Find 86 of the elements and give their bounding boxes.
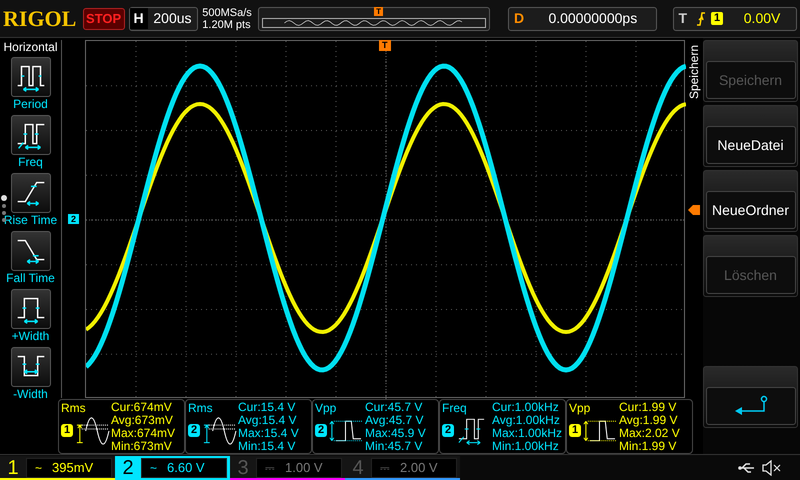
trigger-panel[interactable]: T 1 0.00V	[673, 6, 797, 30]
channel-tab[interactable]: 4 ⎓ 2.00 V	[345, 456, 460, 480]
measurement-name: Rms	[188, 401, 214, 415]
measurement-value: Min:15.4 V	[238, 440, 296, 453]
measurement-type-icon	[201, 415, 238, 445]
measurement-value: Max:674mV	[111, 427, 176, 440]
channel-number: 1	[6, 456, 20, 478]
measurement-type-icon	[74, 415, 111, 445]
vertical-scale: 2.00 V	[400, 458, 438, 477]
measurement-value: Cur:45.7 V	[365, 401, 424, 414]
measurement-value: Avg:1.00kHz	[492, 414, 561, 427]
trigger-label: T	[677, 9, 688, 28]
measure-menu-button[interactable]	[10, 231, 50, 271]
measurement-value: Cur:674mV	[111, 401, 173, 414]
channel-badge: 1	[569, 424, 582, 436]
measure-menu-button[interactable]	[10, 115, 50, 155]
softkey-button[interactable]: NeueDatei	[706, 126, 796, 164]
channel-tab[interactable]: 3 ⎓ 1.00 V	[230, 456, 345, 480]
brand-logo: RIGOL	[3, 8, 78, 30]
mute-icon	[762, 460, 782, 476]
menu-title: Horizontal	[2, 40, 59, 54]
menu-title-vertical: Speichern	[686, 45, 702, 100]
usb-icon	[738, 462, 756, 472]
measurement-value: Avg:1.99 V	[619, 414, 678, 427]
measure-menu-button[interactable]	[10, 57, 50, 97]
softkey-button[interactable]: NeueOrdner	[706, 191, 796, 229]
measure-menu-button[interactable]	[10, 289, 50, 329]
menu-item-label: Rise Time	[4, 213, 58, 228]
measurement-name: Freq	[442, 401, 468, 415]
measurement-value: Avg:673mV	[111, 414, 174, 427]
channel-number: 3	[236, 456, 250, 478]
measurement-value: Max:15.4 V	[238, 427, 299, 440]
sample-rate: 500MSa/s	[202, 6, 253, 18]
memory-depth: 1.20M pts	[202, 18, 252, 30]
measurement-value: Avg:15.4 V	[238, 414, 298, 427]
menu-item-label: +Width	[12, 329, 50, 344]
trigger-level: 0.00V	[742, 9, 782, 28]
coupling-symbol: ⎓	[380, 460, 390, 476]
channel-offset-marker: 2	[68, 214, 79, 224]
channel-badge: 2	[315, 424, 328, 436]
channel-badge: 2	[188, 424, 200, 436]
measurement-value: Max:2.02 V	[619, 427, 680, 440]
measurement-value: Min:1.00kHz	[492, 440, 560, 453]
vertical-scale: 6.60 V	[167, 458, 205, 477]
run-status[interactable]: STOP	[82, 8, 125, 30]
menu-item-label: -Width	[13, 387, 48, 402]
channel-badge: 2	[442, 424, 454, 436]
coupling-symbol: ⎓	[265, 460, 275, 476]
measurement-name: Rms	[61, 401, 87, 415]
measure-menu-button[interactable]	[10, 347, 50, 387]
vertical-scale: 395mV	[52, 458, 94, 477]
channel-number: 2	[121, 456, 135, 478]
menu-item-label: Period	[13, 97, 48, 112]
vertical-scale: 1.00 V	[285, 458, 323, 477]
delay-panel[interactable]: D 0.00000000ps	[508, 6, 658, 30]
measurement-value: Cur:15.4 V	[238, 401, 296, 414]
channel-number: 4	[351, 456, 365, 478]
trigger-position-marker: T	[379, 40, 390, 51]
menu-item-label: Freq	[18, 155, 43, 170]
menu-item-label: Fall Time	[6, 271, 55, 286]
timebase-label: H	[130, 8, 148, 29]
measurement-value: Max:1.00kHz	[492, 427, 562, 440]
measurement-value: Min:1.99 V	[619, 440, 678, 453]
delay-label: D	[513, 9, 526, 28]
coupling-symbol: ~	[35, 460, 42, 476]
measurement-value: Max:45.9 V	[365, 427, 426, 440]
coupling-symbol: ~	[150, 460, 158, 476]
trigger-source: 1	[711, 12, 724, 25]
channel-tab[interactable]: 1 ~ 395mV	[0, 456, 115, 480]
measure-menu-button[interactable]	[10, 173, 50, 213]
measurement-value: Min:673mV	[111, 440, 173, 453]
channel-badge: 1	[61, 424, 74, 436]
delay-value: 0.00000000ps	[547, 9, 638, 28]
timebase-value: 200us	[152, 9, 193, 28]
measurement-value: Avg:45.7 V	[365, 414, 424, 427]
back-button[interactable]	[706, 387, 796, 425]
channel-tab[interactable]: 2 ~ 6.60 V	[115, 456, 230, 480]
measurement-value: Cur:1.00kHz	[492, 401, 560, 414]
trigger-position-marker: T	[374, 6, 383, 16]
measurement-value: Cur:1.99 V	[619, 401, 678, 414]
timebase-panel[interactable]: H 200us	[128, 6, 198, 30]
measurement-name: Vpp	[569, 401, 592, 415]
trigger-level-marker	[688, 205, 700, 216]
rising-edge-icon	[696, 12, 706, 26]
measurement-name: Vpp	[315, 401, 338, 415]
measurement-value: Min:45.7 V	[365, 440, 424, 453]
